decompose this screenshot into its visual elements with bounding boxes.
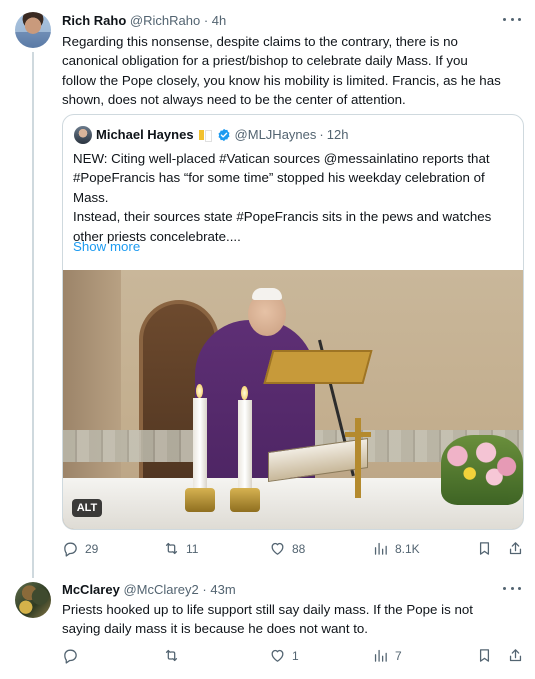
retweet-button[interactable]: 11 bbox=[163, 540, 198, 557]
retweet-count: 11 bbox=[186, 541, 199, 556]
avatar[interactable] bbox=[15, 582, 51, 618]
views-icon bbox=[374, 542, 387, 555]
retweet-icon bbox=[165, 542, 178, 555]
separator-dot: · bbox=[202, 582, 207, 597]
quoted-header: Michael Haynes @MLJHaynes · 12h bbox=[96, 127, 348, 142]
text-line: canonical obligation for a priest/bishop… bbox=[62, 53, 468, 69]
photo-candle bbox=[238, 400, 252, 490]
text-line: NEW: Citing well-placed #Vatican sources… bbox=[73, 151, 490, 166]
like-button[interactable]: 88 bbox=[269, 540, 305, 557]
flag-icon bbox=[198, 129, 212, 142]
text-line: Instead, their sources state #PopeFranci… bbox=[73, 209, 492, 225]
photo-flame bbox=[241, 386, 248, 400]
bookmark-button[interactable] bbox=[476, 647, 493, 664]
reply-icon bbox=[64, 542, 77, 557]
separator-dot: · bbox=[203, 13, 209, 28]
views-count: 7 bbox=[395, 648, 402, 663]
author-name[interactable]: McClarey bbox=[62, 582, 120, 597]
show-more-link[interactable]: Show more bbox=[73, 239, 140, 254]
quoted-avatar[interactable] bbox=[74, 126, 92, 144]
share-icon bbox=[509, 649, 522, 662]
share-button[interactable] bbox=[507, 540, 524, 557]
avatar[interactable] bbox=[15, 12, 51, 48]
timestamp[interactable]: 4h bbox=[212, 13, 226, 28]
quoted-tweet[interactable]: Michael Haynes @MLJHaynes · 12h NEW: Cit… bbox=[62, 114, 524, 530]
reply-button[interactable] bbox=[62, 647, 85, 664]
photo-flame bbox=[196, 384, 203, 398]
tweet-text: Regarding this nonsense, despite claims … bbox=[62, 32, 527, 110]
photo-lectern bbox=[263, 350, 373, 384]
like-icon bbox=[271, 542, 284, 555]
alt-badge[interactable]: ALT bbox=[72, 499, 102, 517]
text-line: shown, does not always need to be the ce… bbox=[62, 92, 406, 108]
timestamp[interactable]: 43m bbox=[210, 582, 235, 597]
quoted-author-handle[interactable]: @MLJHaynes bbox=[235, 127, 317, 142]
verified-icon bbox=[218, 128, 230, 141]
reply-button[interactable]: 29 bbox=[62, 540, 98, 557]
separator-dot: · bbox=[319, 127, 324, 142]
thread-line bbox=[32, 52, 34, 578]
tweet-actions: 1 7 bbox=[62, 647, 524, 667]
share-button[interactable] bbox=[507, 647, 524, 664]
author-handle[interactable]: @RichRaho bbox=[130, 13, 200, 28]
photo-zucchetto bbox=[252, 288, 282, 300]
text-line: Mass. bbox=[73, 189, 109, 205]
tweet-actions: 29 11 88 8.1K bbox=[62, 540, 524, 560]
like-button[interactable]: 1 bbox=[269, 647, 299, 664]
quoted-timestamp[interactable]: 12h bbox=[327, 127, 349, 142]
views-icon bbox=[374, 649, 387, 662]
photo-flowers bbox=[441, 435, 523, 505]
text-line: Priests hooked up to life support still … bbox=[62, 602, 473, 617]
quoted-text: NEW: Citing well-placed #Vatican sources… bbox=[73, 149, 518, 246]
like-count: 1 bbox=[292, 648, 299, 663]
photo-candle bbox=[193, 398, 207, 490]
text-line: #PopeFrancis has “for some time” stopped… bbox=[73, 170, 485, 186]
bookmark-icon bbox=[479, 542, 490, 555]
reply-icon bbox=[64, 649, 77, 664]
author-handle[interactable]: @McClarey2 bbox=[123, 582, 198, 597]
tweet-text: Priests hooked up to life support still … bbox=[62, 600, 527, 639]
views-button[interactable]: 7 bbox=[372, 647, 402, 664]
reply-count: 29 bbox=[85, 541, 99, 556]
tweet-header: Rich Raho @RichRaho · 4h bbox=[62, 13, 226, 28]
text-line: Regarding this nonsense, despite claims … bbox=[62, 34, 458, 49]
author-name[interactable]: Rich Raho bbox=[62, 13, 126, 28]
bookmark-button[interactable] bbox=[476, 540, 493, 557]
bookmark-icon bbox=[479, 649, 490, 662]
retweet-icon bbox=[165, 649, 178, 662]
views-count: 8.1K bbox=[395, 541, 420, 556]
photo-crucifix bbox=[345, 418, 371, 498]
tweet-header: McClarey @McClarey2 · 43m bbox=[62, 582, 236, 597]
views-button[interactable]: 8.1K bbox=[372, 540, 420, 557]
retweet-button[interactable] bbox=[163, 647, 186, 664]
text-line: saying daily mass it is because he does … bbox=[62, 621, 368, 637]
like-count: 88 bbox=[292, 541, 306, 556]
photo-candle-holder bbox=[230, 488, 260, 512]
quoted-author-name[interactable]: Michael Haynes bbox=[96, 127, 194, 142]
share-icon bbox=[509, 542, 522, 555]
text-line: follow the Pope closely, you know his mo… bbox=[62, 72, 501, 88]
more-icon[interactable] bbox=[503, 15, 521, 23]
photo-candle-holder bbox=[185, 488, 215, 512]
quoted-photo[interactable]: ALT bbox=[63, 270, 523, 529]
like-icon bbox=[271, 649, 284, 662]
more-icon[interactable] bbox=[503, 584, 521, 592]
